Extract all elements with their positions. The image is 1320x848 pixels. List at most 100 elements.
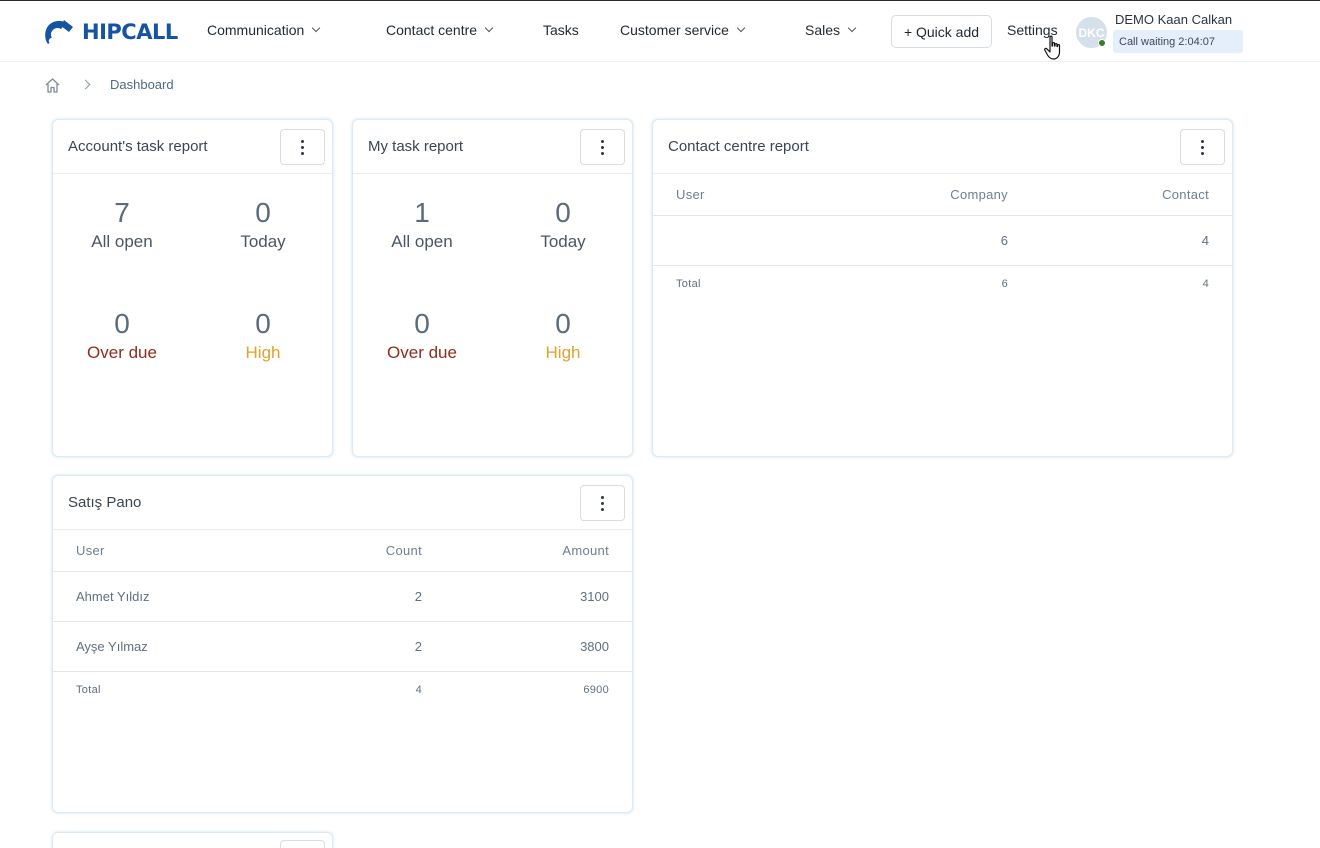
account-task-report-card: Account's task report 7 All open 0 Today… [52, 119, 333, 457]
stat-label: Over due [87, 343, 157, 362]
table-header-row: User Company Contact [653, 174, 1232, 216]
call-status-badge[interactable]: Call waiting 2:04:07 [1113, 30, 1243, 53]
card-menu-button[interactable] [580, 485, 625, 521]
kebab-dot-icon [1201, 145, 1204, 149]
table-row[interactable]: 6 4 [653, 216, 1232, 266]
nav-sales-label: Sales [805, 22, 841, 38]
cell-amount: 3100 [580, 589, 609, 604]
stat-label: Today [240, 232, 286, 251]
table-total-row: Total 6 4 [653, 266, 1232, 304]
user-name[interactable]: DEMO Kaan Calkan [1115, 12, 1232, 27]
cell-user: Ayşe Yılmaz [76, 639, 148, 654]
nav-customer-service[interactable]: Customer service [620, 22, 746, 38]
online-status-dot [1098, 39, 1106, 47]
card-menu-button[interactable] [280, 129, 325, 165]
card-header: Satış Pano [53, 476, 632, 530]
stat-all-open[interactable]: 7 All open [62, 197, 182, 252]
stat-value: 0 [255, 197, 271, 228]
breadcrumb-chevron-right-icon [80, 79, 91, 90]
cell-contact: 4 [1201, 233, 1209, 248]
stat-value: 0 [555, 197, 571, 228]
card-menu-button[interactable] [580, 129, 625, 165]
kebab-dot-icon [601, 145, 604, 149]
stat-value: 0 [555, 308, 571, 339]
kebab-dot-icon [601, 507, 604, 511]
table-row[interactable]: Ahmet Yıldız 2 3100 [53, 572, 632, 622]
nav-tasks-label: Tasks [543, 22, 579, 38]
stat-value: 0 [414, 308, 430, 339]
stat-value: 0 [255, 308, 271, 339]
card-header: My task report [353, 120, 632, 174]
total-contact: 4 [1202, 278, 1209, 290]
nav-customer-service-label: Customer service [620, 22, 729, 38]
total-label: Total [76, 684, 101, 696]
stat-over-due[interactable]: 0 Over due [62, 308, 182, 363]
partial-card [52, 832, 333, 848]
logo-text: HIPCALL [82, 20, 178, 44]
stat-label: Today [540, 232, 586, 251]
card-title: Account's task report [68, 138, 208, 155]
table-header-row: User Count Amount [53, 530, 632, 572]
stat-value: 7 [114, 197, 130, 228]
table-total-row: Total 4 6900 [53, 672, 632, 710]
chevron-down-icon [312, 23, 321, 33]
hipcall-logo[interactable]: HIPCALL [42, 17, 178, 47]
top-navigation-bar: HIPCALL Communication Contact centre Tas… [0, 0, 1320, 62]
stat-over-due[interactable]: 0 Over due [362, 308, 482, 363]
stat-all-open[interactable]: 1 All open [362, 197, 482, 252]
stat-label: High [545, 343, 581, 362]
nav-contact-centre-label: Contact centre [386, 22, 478, 38]
kebab-dot-icon [301, 145, 304, 149]
table-row[interactable]: Ayşe Yılmaz 2 3800 [53, 622, 632, 672]
stat-value: 0 [114, 308, 130, 339]
kebab-dot-icon [601, 495, 604, 499]
kebab-dot-icon [301, 151, 304, 155]
stat-high[interactable]: 0 High [203, 308, 323, 363]
card-title: Contact centre report [668, 138, 809, 155]
nav-sales[interactable]: Sales [805, 22, 857, 38]
breadcrumb-current: Dashboard [110, 77, 174, 92]
home-icon[interactable] [44, 77, 61, 94]
stat-label: Over due [387, 343, 457, 362]
kebab-dot-icon [601, 139, 604, 143]
kebab-dot-icon [601, 151, 604, 155]
my-task-report-card: My task report 1 All open 0 Today 0 Over… [352, 119, 633, 457]
phone-logo-icon [45, 20, 73, 45]
contact-centre-report-card: Contact centre report User Company Conta… [652, 119, 1233, 457]
nav-communication-label: Communication [207, 22, 305, 38]
kebab-dot-icon [1201, 151, 1204, 155]
cell-company: 6 [1000, 233, 1008, 248]
cell-count: 2 [414, 589, 422, 604]
card-menu-button[interactable] [1180, 129, 1225, 165]
column-header-amount: Amount [562, 543, 609, 558]
chevron-down-icon [484, 23, 494, 33]
cell-count: 2 [414, 639, 422, 654]
nav-contact-centre[interactable]: Contact centre [386, 22, 494, 38]
stat-label: High [245, 343, 281, 362]
column-header-user: User [676, 187, 705, 202]
hand-pointer-cursor-icon [1044, 35, 1061, 60]
nav-tasks[interactable]: Tasks [543, 22, 579, 38]
total-amount: 6900 [583, 684, 609, 696]
stat-value: 1 [414, 197, 430, 228]
card-header: Contact centre report [653, 120, 1232, 174]
column-header-count: Count [385, 543, 422, 558]
chevron-down-icon [847, 23, 857, 33]
quick-add-button[interactable]: + Quick add [891, 15, 992, 48]
card-title: Satış Pano [68, 494, 142, 511]
kebab-dot-icon [601, 501, 604, 505]
kebab-dot-icon [301, 139, 304, 143]
column-header-user: User [76, 543, 105, 558]
total-label: Total [676, 278, 701, 290]
kebab-dot-icon [1201, 139, 1204, 143]
stat-high[interactable]: 0 High [503, 308, 623, 363]
total-company: 6 [1001, 278, 1008, 290]
column-header-company: Company [950, 187, 1008, 202]
stat-today[interactable]: 0 Today [503, 197, 623, 252]
total-count: 4 [415, 684, 422, 696]
stat-today[interactable]: 0 Today [203, 197, 323, 252]
nav-communication[interactable]: Communication [207, 22, 321, 38]
stat-label: All open [91, 232, 153, 251]
card-menu-button[interactable] [280, 840, 325, 848]
card-header: Account's task report [53, 120, 332, 174]
